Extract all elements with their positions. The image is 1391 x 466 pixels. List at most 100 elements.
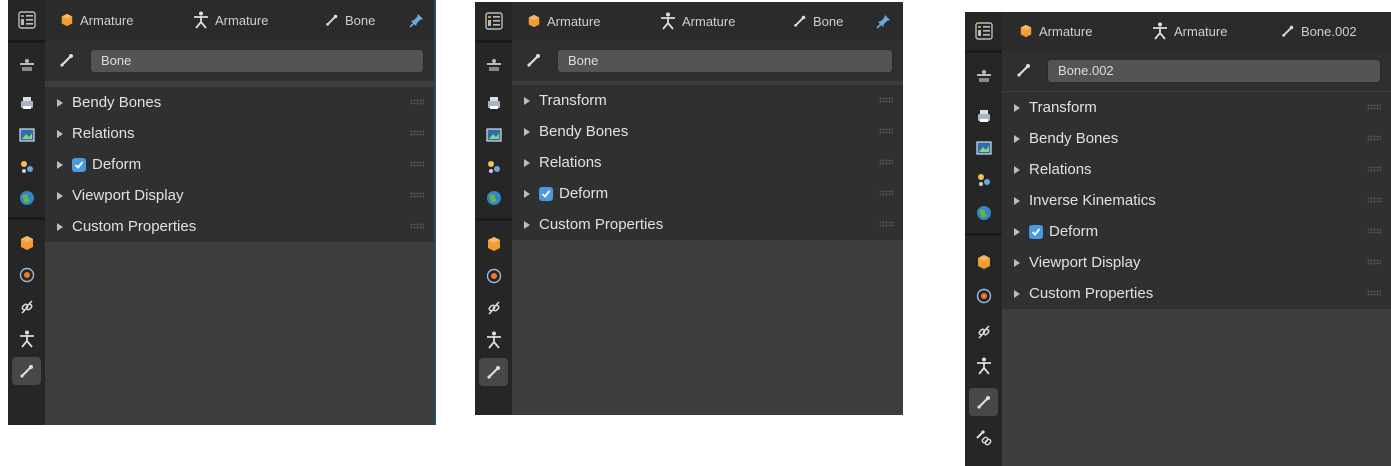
- output-tab-icon[interactable]: [969, 134, 998, 162]
- breadcrumb-armature[interactable]: Armature: [193, 0, 268, 40]
- tool-tab-icon[interactable]: [12, 51, 41, 79]
- physics-tab-icon[interactable]: [969, 282, 998, 310]
- bone-tab-icon[interactable]: [12, 357, 41, 385]
- breadcrumb-object[interactable]: Armature: [527, 2, 600, 40]
- breadcrumb-bone[interactable]: Bone: [793, 2, 843, 40]
- output-tab-icon[interactable]: [479, 121, 508, 149]
- constraints-tab-icon[interactable]: [12, 293, 41, 321]
- section-relations[interactable]: Relations: [512, 147, 903, 178]
- section-viewport-display[interactable]: Viewport Display: [1002, 247, 1391, 278]
- bone-name-field[interactable]: Bone.002: [1047, 59, 1381, 83]
- drag-grip-icon[interactable]: [410, 161, 424, 167]
- properties-header: Armature Armature Bone: [45, 0, 434, 40]
- drag-grip-icon[interactable]: [879, 128, 893, 134]
- section-viewport-display[interactable]: Viewport Display: [45, 180, 434, 211]
- drag-grip-icon[interactable]: [410, 99, 424, 105]
- breadcrumb-bone[interactable]: Bone: [325, 0, 375, 40]
- section-transform[interactable]: Transform: [1002, 92, 1391, 123]
- pin-button[interactable]: [876, 2, 892, 40]
- section-transform[interactable]: Transform: [512, 85, 903, 116]
- drag-grip-icon[interactable]: [879, 159, 893, 165]
- constraints-tab-icon[interactable]: [969, 318, 998, 346]
- physics-tab-icon[interactable]: [479, 262, 508, 290]
- drag-grip-icon[interactable]: [410, 223, 424, 229]
- drag-grip-icon[interactable]: [410, 192, 424, 198]
- world-tab-icon[interactable]: [479, 184, 508, 212]
- editor-type-icon[interactable]: [969, 17, 998, 45]
- render-tab-icon[interactable]: [12, 89, 41, 117]
- section-bendy-bones[interactable]: Bendy Bones: [512, 116, 903, 147]
- render-tab-icon[interactable]: [969, 102, 998, 130]
- output-tab-icon[interactable]: [12, 121, 41, 149]
- drag-grip-icon[interactable]: [879, 221, 893, 227]
- scene-tab-icon[interactable]: [12, 153, 41, 181]
- world-tab-icon[interactable]: [969, 199, 998, 227]
- section-deform[interactable]: Deform: [45, 149, 434, 180]
- editor-type-icon[interactable]: [12, 6, 41, 34]
- bone-icon: [1282, 25, 1294, 37]
- section-deform[interactable]: Deform: [1002, 216, 1391, 247]
- section-relations[interactable]: Relations: [45, 118, 434, 149]
- drag-grip-icon[interactable]: [1367, 166, 1381, 172]
- breadcrumb-bone-label: Bone.002: [1301, 23, 1357, 39]
- object-tab-icon[interactable]: [969, 248, 998, 276]
- editor-type-icon[interactable]: [479, 7, 508, 35]
- drag-grip-icon[interactable]: [1367, 197, 1381, 203]
- world-tab-icon[interactable]: [12, 184, 41, 212]
- drag-grip-icon[interactable]: [879, 97, 893, 103]
- scene-tab-icon[interactable]: [479, 153, 508, 181]
- section-label: Inverse Kinematics: [1029, 192, 1156, 209]
- bone-name-field[interactable]: Bone: [557, 49, 893, 73]
- drag-grip-icon[interactable]: [410, 130, 424, 136]
- properties-header: Armature Armature Bone.002: [1002, 12, 1391, 50]
- breadcrumb-object[interactable]: Armature: [1019, 12, 1092, 50]
- drag-grip-icon[interactable]: [1367, 104, 1381, 110]
- section-label: Transform: [1029, 99, 1097, 116]
- breadcrumb-armature[interactable]: Armature: [1152, 12, 1227, 50]
- breadcrumb-object[interactable]: Armature: [60, 0, 133, 40]
- bone-constraints-tab-icon[interactable]: [969, 424, 998, 452]
- bone-icon: [1017, 64, 1030, 77]
- armature-data-tab-icon[interactable]: [479, 326, 508, 354]
- section-label: Bendy Bones: [539, 123, 629, 140]
- bone-tab-icon[interactable]: [479, 358, 508, 386]
- constraints-tab-icon[interactable]: [479, 294, 508, 322]
- drag-grip-icon[interactable]: [879, 190, 893, 196]
- object-icon: [61, 13, 73, 27]
- breadcrumb-bone[interactable]: Bone.002: [1281, 12, 1357, 50]
- properties-editor-panel-2: Armature Armature Bone Bone Transform Be…: [475, 2, 903, 415]
- object-tab-icon[interactable]: [12, 229, 41, 257]
- pin-button[interactable]: [409, 0, 425, 40]
- armature-data-tab-icon[interactable]: [12, 325, 41, 353]
- render-tab-icon[interactable]: [479, 89, 508, 117]
- breadcrumb-armature[interactable]: Armature: [660, 2, 735, 40]
- section-custom-properties[interactable]: Custom Properties: [512, 209, 903, 240]
- drag-grip-icon[interactable]: [1367, 259, 1381, 265]
- tool-tab-icon[interactable]: [969, 62, 998, 90]
- deform-checkbox[interactable]: [1029, 224, 1043, 239]
- object-icon: [1020, 24, 1032, 38]
- section-relations[interactable]: Relations: [1002, 154, 1391, 185]
- deform-checkbox[interactable]: [72, 157, 86, 172]
- section-bendy-bones[interactable]: Bendy Bones: [45, 87, 434, 118]
- section-custom-properties[interactable]: Custom Properties: [45, 211, 434, 242]
- drag-grip-icon[interactable]: [1367, 135, 1381, 141]
- bone-name-field[interactable]: Bone: [90, 49, 424, 73]
- section-deform[interactable]: Deform: [512, 178, 903, 209]
- section-inverse-kinematics[interactable]: Inverse Kinematics: [1002, 185, 1391, 216]
- tool-tab-icon[interactable]: [479, 51, 508, 79]
- armature-data-tab-icon[interactable]: [969, 352, 998, 380]
- section-label: Custom Properties: [539, 216, 664, 233]
- section-label: Bendy Bones: [1029, 130, 1119, 147]
- section-custom-properties[interactable]: Custom Properties: [1002, 278, 1391, 309]
- expand-arrow-icon: [1014, 196, 1020, 205]
- physics-tab-icon[interactable]: [12, 261, 41, 289]
- drag-grip-icon[interactable]: [1367, 290, 1381, 296]
- drag-grip-icon[interactable]: [1367, 228, 1381, 234]
- object-tab-icon[interactable]: [479, 230, 508, 258]
- bone-tab-icon[interactable]: [969, 388, 998, 416]
- section-bendy-bones[interactable]: Bendy Bones: [1002, 123, 1391, 154]
- properties-tab-bar: [8, 0, 45, 425]
- deform-checkbox[interactable]: [539, 186, 553, 201]
- scene-tab-icon[interactable]: [969, 166, 998, 194]
